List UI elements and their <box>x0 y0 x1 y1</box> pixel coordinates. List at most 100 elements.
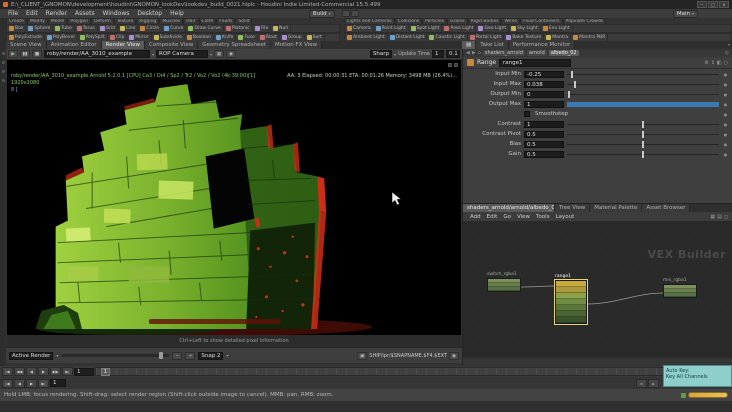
param-slider[interactable] <box>567 90 719 98</box>
network-menu-item[interactable]: Edit <box>484 214 501 220</box>
expand-icon[interactable]: ⇕ <box>711 60 715 66</box>
shelf-tool[interactable]: Boolean <box>185 34 215 41</box>
shelf-tool[interactable]: Mantra PBR <box>571 34 609 41</box>
shelf-tool[interactable]: Env Light <box>541 25 573 32</box>
desktop-selector[interactable]: Build ▾ <box>308 9 335 18</box>
pane-tab[interactable]: Material Palette <box>590 204 643 212</box>
gear-icon[interactable]: ⚙ <box>704 60 708 66</box>
lock-icon[interactable]: ◧ <box>717 60 722 66</box>
loop-icon[interactable]: ∞ <box>636 378 647 388</box>
snapshot-selector[interactable]: Snap 2 <box>198 351 224 360</box>
param-slider[interactable] <box>567 70 719 78</box>
network-node[interactable]: range1 <box>554 274 588 325</box>
menu-item[interactable]: File <box>4 10 22 17</box>
range-start-field[interactable]: 1 <box>50 379 66 387</box>
transport-button[interactable]: |◀ <box>2 378 13 388</box>
transport-button[interactable]: ▶ <box>38 367 49 376</box>
plus-button[interactable]: + <box>185 351 196 360</box>
auto-key-popup[interactable]: Auto Key: Key All Channels <box>663 365 732 387</box>
shelf-tool[interactable]: Portal Light <box>468 34 505 41</box>
gamma-icon[interactable] <box>448 63 452 67</box>
param-value-field[interactable]: 0.038 <box>524 80 564 88</box>
help-icon[interactable] <box>350 10 359 17</box>
param-menu-dot[interactable]: ● <box>722 152 729 157</box>
param-value-field[interactable]: 0 <box>524 90 564 98</box>
shelf-tool[interactable]: Null <box>271 25 291 32</box>
menu-item[interactable]: Assets <box>71 10 99 17</box>
param-value-field[interactable]: 0.5 <box>524 130 564 138</box>
shelf-tool[interactable]: Distant Light <box>388 34 428 41</box>
shelf-tool[interactable]: Bake Texture <box>504 34 545 41</box>
shelf-tool[interactable]: Box <box>7 25 27 32</box>
shelf-tool[interactable]: Sky Light <box>509 25 541 32</box>
memory-gauge[interactable] <box>688 392 728 398</box>
param-menu-dot[interactable]: ● <box>722 92 729 97</box>
shelf-tool[interactable]: Caustic Light <box>427 34 468 41</box>
transport-button[interactable]: ▶| <box>62 367 73 376</box>
param-value-field[interactable]: 1 <box>524 120 564 128</box>
param-slider[interactable] <box>567 130 719 138</box>
breadcrumb[interactable]: shaders_arnold <box>482 50 525 56</box>
filter-mode-selector[interactable]: Sharp <box>369 50 393 58</box>
menu-item[interactable]: Render <box>42 10 71 17</box>
breadcrumb[interactable]: albedo_02 <box>548 50 579 56</box>
grid-icon[interactable]: ▦ <box>710 214 715 220</box>
pane-tab[interactable]: Scene View <box>6 41 47 49</box>
menu-item[interactable]: Desktop <box>133 10 166 17</box>
transport-button[interactable]: ▶| <box>38 378 49 388</box>
smoothstep-checkbox[interactable] <box>524 111 530 117</box>
menu-item[interactable]: Help <box>166 10 188 17</box>
delay-field[interactable]: 0.1 <box>446 50 460 58</box>
network-node[interactable]: switch_rgba1 <box>487 272 521 292</box>
back-icon[interactable]: ◀ <box>466 50 470 56</box>
render-start-button[interactable]: ▶ <box>8 50 18 58</box>
close-button[interactable]: ✕ <box>719 1 729 8</box>
network-menu-item[interactable]: Layout <box>553 214 578 220</box>
transport-button[interactable]: |◀ <box>2 367 13 376</box>
forward-icon[interactable]: ▶ <box>472 50 476 56</box>
shelf-tool[interactable]: Knife <box>214 34 237 41</box>
toolbar-dot-icon[interactable] <box>1 52 5 55</box>
take-selector[interactable]: Main ▾ <box>672 9 698 18</box>
param-value-field[interactable]: -0.25 <box>524 70 564 78</box>
menu-item[interactable]: Edit <box>22 10 42 17</box>
pane-tab[interactable]: Motion FX View <box>271 41 323 49</box>
step-icon[interactable]: ▸ <box>648 378 659 388</box>
shelf-tool[interactable]: Clip <box>108 34 128 41</box>
toolbar-dot-icon[interactable] <box>1 70 5 73</box>
shelf-tool[interactable]: PolyBevel <box>45 34 78 41</box>
shelf-tool[interactable]: File <box>253 25 272 32</box>
radial-menu-icon[interactable] <box>341 10 350 17</box>
shelf-tool[interactable]: Platonic <box>224 25 253 32</box>
timeline-slider[interactable]: 1 <box>95 367 677 376</box>
shelf-tool[interactable]: Draw Curve <box>186 25 224 32</box>
list-icon[interactable]: ▤ <box>717 214 722 220</box>
param-value-field[interactable]: 0.5 <box>524 150 564 158</box>
transport-button[interactable]: ▶ <box>26 378 37 388</box>
rop-selector[interactable]: roby/render/AA_3010_example <box>44 50 150 58</box>
pane-tab[interactable]: Asset Browser <box>642 204 691 212</box>
camera-snapshot-icon[interactable]: ◉ <box>449 351 459 360</box>
save-disk-icon[interactable]: ▣ <box>357 351 368 360</box>
param-menu-dot[interactable]: ● <box>722 102 729 107</box>
param-menu-dot[interactable]: ● <box>722 132 729 137</box>
pin-icon[interactable]: ◎ <box>725 50 729 56</box>
shelf-tool[interactable]: Ambient Light <box>345 34 388 41</box>
render-stop-button[interactable]: ■ <box>32 50 42 58</box>
exposure-icon[interactable] <box>454 63 458 67</box>
network-menu-item[interactable]: View <box>514 214 533 220</box>
current-frame-field[interactable]: 1 <box>74 367 94 376</box>
param-slider[interactable] <box>567 120 719 128</box>
network-menu-item[interactable]: Go <box>500 214 514 220</box>
shelf-tool[interactable]: Circle <box>138 25 163 32</box>
shelf-tool[interactable]: PolyExtrude <box>7 34 45 41</box>
flag-icon[interactable]: ○ <box>724 60 728 66</box>
network-canvas[interactable]: VEX Builder switch_rgba1 range1 mix_rgba1 <box>463 222 732 358</box>
toolbar-dot-icon[interactable] <box>1 61 5 64</box>
transport-button[interactable]: ◀ <box>26 367 37 376</box>
node-name-field[interactable]: range1 <box>499 58 572 67</box>
snapshot-slider[interactable] <box>61 352 170 359</box>
shelf-tool[interactable]: Group <box>280 34 305 41</box>
shelf-tool[interactable]: Mantra <box>544 34 572 41</box>
shelf-tool[interactable]: Subdivide <box>152 34 185 41</box>
